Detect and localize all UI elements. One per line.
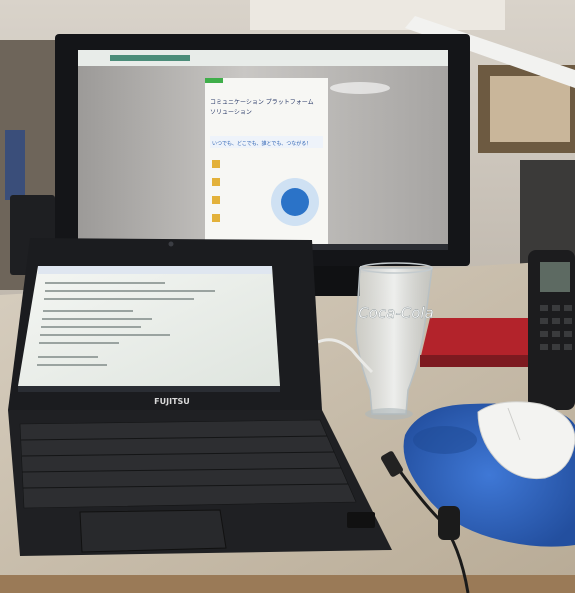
glass-logo: Coca-Cola xyxy=(358,304,434,322)
brochure-bullet xyxy=(212,214,220,222)
brochure-bullet xyxy=(212,196,220,204)
brochure-heading: コミュニケーション プラットフォーム xyxy=(210,99,314,106)
brochure-bullet xyxy=(212,160,220,168)
brochure-bullet xyxy=(212,178,220,186)
glass-base xyxy=(365,408,413,420)
laptop-webcam xyxy=(168,241,174,247)
fingerprint-reader xyxy=(347,512,375,528)
laptop-taskbar xyxy=(18,386,280,392)
desk-edge xyxy=(0,575,575,593)
picture xyxy=(490,76,570,142)
shelf-box xyxy=(5,130,25,200)
screen-glare xyxy=(330,82,390,94)
phone-display xyxy=(540,262,570,292)
red-tray-edge xyxy=(420,355,545,367)
wrist-rest xyxy=(413,426,477,454)
red-tray xyxy=(420,318,545,360)
brochure-heading-2: ソリューション xyxy=(210,109,252,116)
brochure-diagram-core xyxy=(281,188,309,216)
laptop-keyboard xyxy=(19,419,357,509)
laptop-title-bar xyxy=(38,266,272,274)
brochure-tagline: いつでも、どこでも、誰とでも、つながる！ xyxy=(212,140,311,147)
laptop-touchpad xyxy=(79,509,227,553)
brochure-tag xyxy=(205,78,223,83)
browser-tab xyxy=(110,55,190,61)
ferrite-core xyxy=(438,506,460,540)
laptop-brand: FUJITSU xyxy=(154,397,190,406)
wall-calendar xyxy=(250,0,505,30)
photo-scene: コミュニケーション プラットフォーム ソリューション いつでも、どこでも、誰とで… xyxy=(0,0,575,593)
